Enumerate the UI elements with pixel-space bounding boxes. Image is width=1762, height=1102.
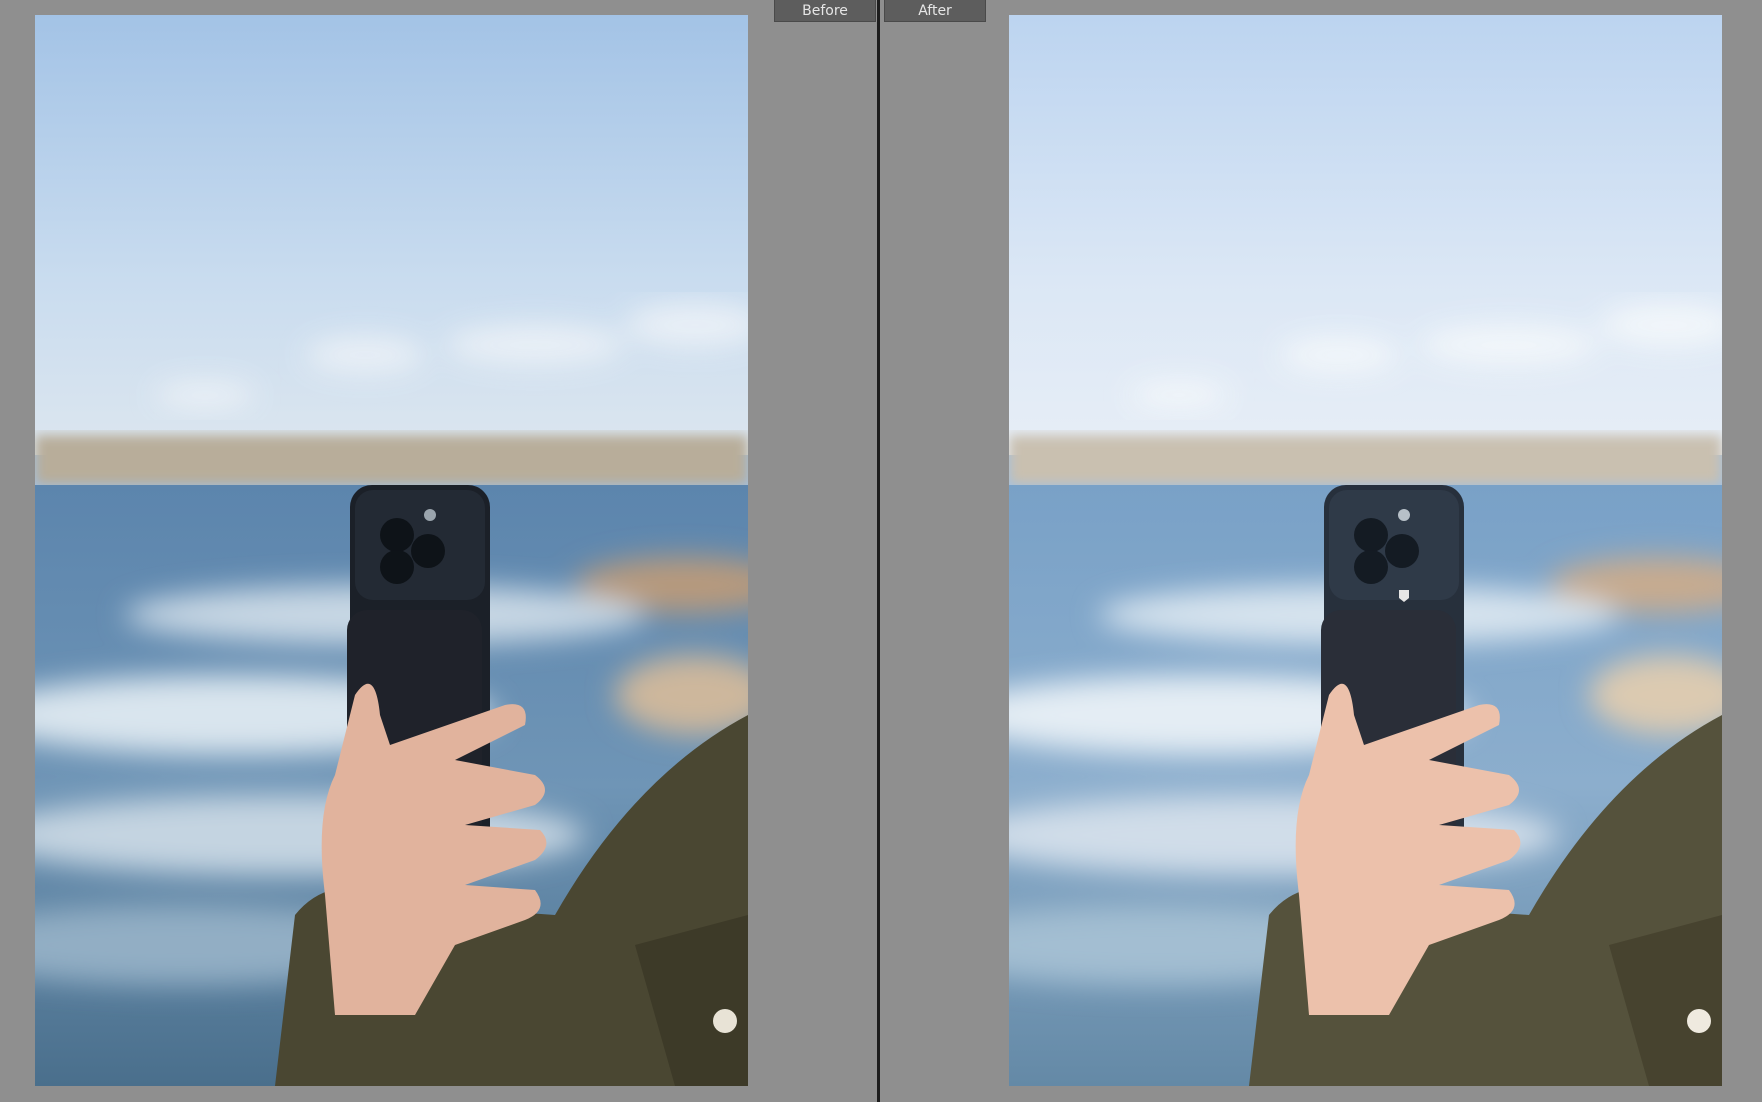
before-photo-image [35,15,748,1086]
after-photo-image [1009,15,1722,1086]
after-label: After [884,0,986,22]
split-divider[interactable] [877,0,880,1102]
before-after-compare-view: Before After [0,0,1762,1102]
before-label: Before [774,0,876,22]
before-photo[interactable] [35,15,748,1086]
after-photo[interactable] [1009,15,1722,1086]
